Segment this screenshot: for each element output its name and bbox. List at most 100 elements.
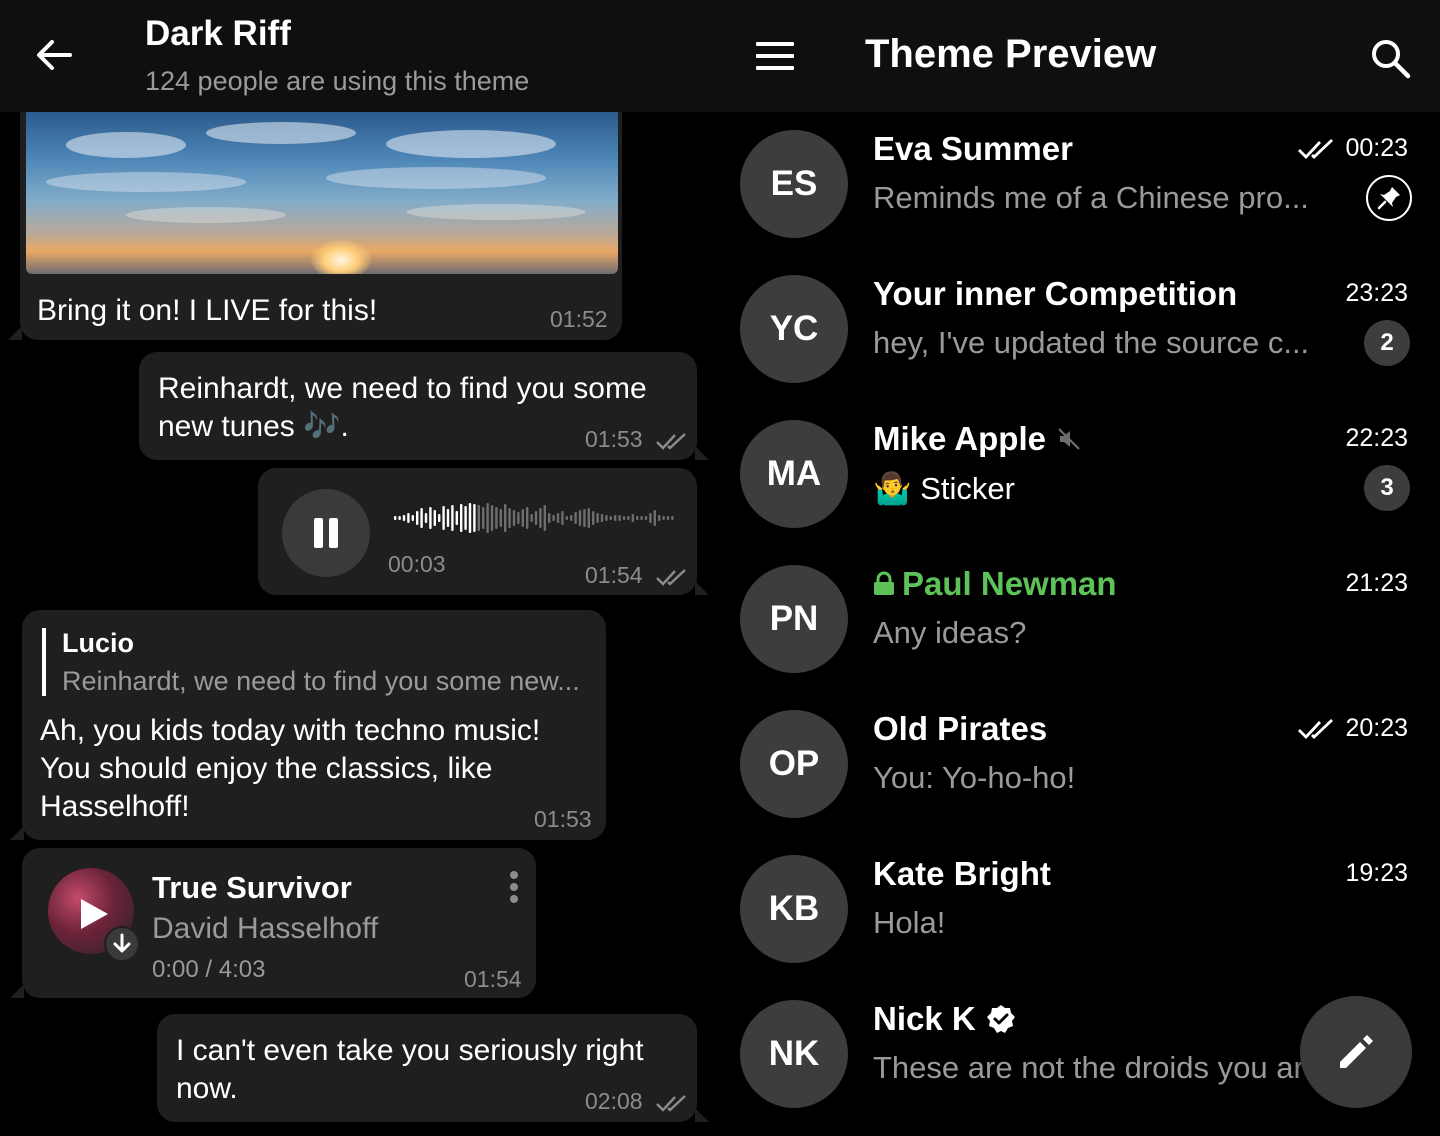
avatar[interactable]: KB xyxy=(740,855,848,963)
theme-title: Dark Riff xyxy=(145,14,291,53)
chat-row[interactable]: OP Old Pirates 20:23 You: Yo-ho-ho! xyxy=(720,690,1440,835)
double-check-icon xyxy=(656,569,686,586)
waveform-bar xyxy=(486,503,489,533)
waveform-bar xyxy=(512,510,516,526)
waveform-bar xyxy=(662,516,665,520)
waveform-bar xyxy=(482,507,485,529)
chat-row[interactable]: MA Mike Apple 22:23 🤷‍♂️ Sticker 3 xyxy=(720,400,1440,545)
chat-name: Kate Bright xyxy=(873,855,1051,892)
more-options-icon[interactable] xyxy=(508,871,520,907)
chat-name-row: Nick K xyxy=(873,1000,1016,1038)
double-check-icon xyxy=(1298,718,1334,739)
waveform-bar xyxy=(614,515,617,521)
muted-icon xyxy=(1058,428,1080,450)
chat-name-row: Paul Newman xyxy=(873,565,1117,603)
double-check-icon xyxy=(1298,138,1334,159)
back-button[interactable] xyxy=(30,30,80,80)
waveform-bar xyxy=(622,516,626,520)
avatar[interactable]: OP xyxy=(740,710,848,818)
waveform-bar xyxy=(530,514,533,522)
message-time: 01:52 xyxy=(550,306,608,332)
avatar[interactable]: MA xyxy=(740,420,848,528)
chat-row[interactable]: YC Your inner Competition 23:23 hey, I'v… xyxy=(720,255,1440,400)
message-line: Ah, you kids today with techno music! xyxy=(40,714,541,747)
download-button[interactable] xyxy=(104,926,140,962)
waveform-bar xyxy=(411,515,414,521)
avatar[interactable]: ES xyxy=(740,130,848,238)
reply-bar xyxy=(42,628,46,696)
voice-waveform[interactable] xyxy=(394,500,676,536)
message-line: You should enjoy the classics, like xyxy=(40,752,493,785)
chat-preview-panel: Bring it on! I LIVE for this! 01:52 Rein… xyxy=(0,0,720,1136)
waveform-bar xyxy=(446,509,450,527)
waveform-bar xyxy=(460,504,463,532)
theme-usage: 124 people are using this theme xyxy=(145,66,530,96)
waveform-bar xyxy=(490,505,494,531)
avatar[interactable]: PN xyxy=(740,565,848,673)
hamburger-menu-icon[interactable] xyxy=(756,42,794,70)
reply-quote[interactable]: Reinhardt, we need to find you some new.… xyxy=(62,666,580,697)
chat-row[interactable]: PN Paul Newman 21:23 Any ideas? xyxy=(720,545,1440,690)
voice-duration: 00:03 xyxy=(388,551,446,577)
message-time: 01:53 xyxy=(585,426,689,453)
waveform-bar xyxy=(433,510,436,526)
verified-badge-icon xyxy=(986,1005,1015,1033)
track-artist: David Hasselhoff xyxy=(152,912,379,945)
waveform-bar xyxy=(636,516,639,520)
track-duration: 0:00 / 4:03 xyxy=(152,956,266,983)
waveform-bar xyxy=(658,515,661,521)
message-text: Bring it on! I LIVE for this! xyxy=(37,294,378,327)
waveform-bar xyxy=(552,515,555,521)
waveform-bar xyxy=(600,514,604,522)
chat-preview: Hola! xyxy=(873,905,946,940)
waveform-bar xyxy=(578,510,582,526)
chat-name-row: Mike Apple xyxy=(873,420,1082,458)
play-icon[interactable] xyxy=(78,897,110,931)
track-title: True Survivor xyxy=(152,870,352,905)
compose-button[interactable] xyxy=(1300,996,1412,1108)
waveform-bar xyxy=(526,507,529,529)
waveform-bar xyxy=(521,509,524,527)
chat-name: Mike Apple xyxy=(873,420,1046,457)
list-header: Theme Preview xyxy=(720,0,1440,112)
avatar[interactable]: YC xyxy=(740,275,848,383)
chat-time: 23:23 xyxy=(1345,279,1408,307)
waveform-bar xyxy=(596,513,599,523)
waveform-bar xyxy=(468,503,472,533)
download-arrow-icon xyxy=(113,933,131,953)
waveform-bar xyxy=(416,511,419,525)
waveform-bar xyxy=(420,508,423,528)
waveform-bar xyxy=(534,511,538,525)
waveform-bar xyxy=(398,516,401,520)
waveform-bar xyxy=(455,511,458,525)
sunset-photo[interactable] xyxy=(26,112,618,274)
chat-name: Your inner Competition xyxy=(873,275,1238,312)
waveform-bar xyxy=(508,508,511,528)
waveform-bar xyxy=(495,507,498,529)
chat-preview: These are not the droids you ar xyxy=(873,1050,1304,1085)
waveform-bar xyxy=(609,516,612,520)
chat-row[interactable]: KB Kate Bright 19:23 Hola! xyxy=(720,835,1440,980)
message-time: 01:54 xyxy=(464,966,522,992)
waveform-bar xyxy=(640,516,643,520)
double-check-icon xyxy=(656,1095,686,1112)
search-icon[interactable] xyxy=(1368,36,1412,80)
waveform-bar xyxy=(402,515,406,521)
waveform-bar xyxy=(517,512,520,524)
waveform-bar xyxy=(394,516,397,520)
waveform-bar xyxy=(653,510,656,526)
unread-badge: 3 xyxy=(1364,465,1410,511)
chat-preview: Any ideas? xyxy=(873,615,1027,650)
waveform-bar xyxy=(618,515,621,521)
chat-preview: Reminds me of a Chinese pro... xyxy=(873,180,1309,215)
chat-row[interactable]: ES Eva Summer 00:23 Reminds me of a Chin… xyxy=(720,110,1440,255)
avatar[interactable]: NK xyxy=(740,1000,848,1108)
waveform-bar xyxy=(556,513,560,523)
waveform-bar xyxy=(473,504,476,532)
reply-author[interactable]: Lucio xyxy=(62,628,134,659)
message-time: 02:08 xyxy=(585,1088,689,1115)
sun xyxy=(311,240,371,274)
pause-icon xyxy=(314,518,338,548)
chat-time: 21:23 xyxy=(1345,569,1408,597)
pause-button[interactable] xyxy=(282,489,370,577)
